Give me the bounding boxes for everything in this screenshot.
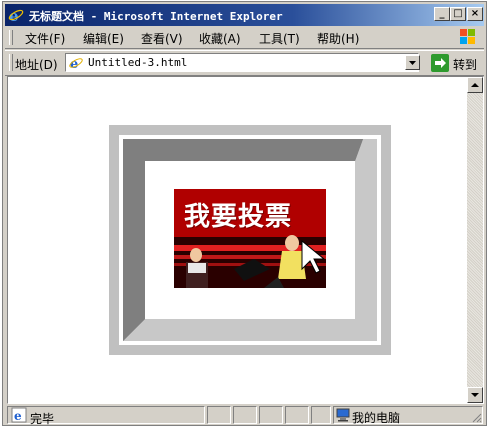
resize-grip-icon[interactable] [470, 411, 482, 423]
scroll-down-button[interactable] [467, 387, 483, 403]
address-label: 地址(D) [15, 58, 58, 72]
arrow-down-icon [471, 393, 479, 397]
toolbar-grip[interactable] [9, 54, 13, 71]
window-title: 无标题文档 - Microsoft Internet Explorer [29, 10, 283, 23]
page-icon: e [69, 57, 83, 71]
menu-view[interactable]: 查看(V) [141, 30, 183, 47]
menu-edit[interactable]: 编辑(E) [83, 30, 124, 47]
windows-logo-icon [460, 29, 475, 44]
address-bar: 地址(D) e Untitled-3.html 转到 [5, 50, 484, 76]
go-button[interactable]: 转到 [429, 54, 481, 72]
zone-pane: 我的电脑 [333, 406, 483, 425]
status-pane [259, 406, 283, 424]
status-pane [285, 406, 309, 424]
zone-text: 我的电脑 [352, 411, 401, 425]
title-bar[interactable]: e 无标题文档 - Microsoft Internet Explorer _ … [5, 4, 484, 26]
maximize-button[interactable]: □ [450, 7, 466, 21]
status-pane-main: e 完毕 [7, 406, 205, 426]
status-pane [311, 406, 331, 424]
address-input[interactable]: e Untitled-3.html [65, 53, 419, 72]
page-content: 我要投票 [7, 76, 484, 404]
status-pane [207, 406, 231, 424]
go-label: 转到 [453, 58, 478, 72]
svg-text:e: e [14, 409, 22, 423]
address-dropdown-button[interactable] [405, 55, 420, 70]
ie-logo-icon: e [8, 7, 24, 23]
menu-tools[interactable]: 工具(T) [259, 30, 300, 47]
status-pane [233, 406, 257, 424]
menu-bar: 文件(F) 编辑(E) 查看(V) 收藏(A) 工具(T) 帮助(H) [5, 27, 484, 49]
menu-help[interactable]: 帮助(H) [317, 30, 359, 47]
menu-favorites[interactable]: 收藏(A) [199, 30, 241, 47]
minimize-button[interactable]: _ [434, 7, 450, 21]
chevron-down-icon [409, 61, 416, 65]
page-done-icon: e [11, 407, 27, 423]
go-arrow-icon [431, 54, 449, 72]
vertical-scrollbar[interactable] [467, 77, 483, 403]
computer-icon [336, 408, 350, 422]
toolbar-grip[interactable] [9, 30, 13, 45]
arrow-up-icon [471, 83, 479, 87]
status-bar: e 完毕 我的电脑 [5, 405, 484, 426]
address-url: Untitled-3.html [88, 56, 188, 69]
close-button[interactable]: × [467, 7, 483, 21]
menu-file[interactable]: 文件(F) [25, 30, 65, 47]
browser-window: e 无标题文档 - Microsoft Internet Explorer _ … [2, 1, 487, 426]
scroll-up-button[interactable] [467, 77, 483, 93]
banner-headline: 我要投票 [184, 202, 293, 232]
status-text: 完毕 [30, 412, 55, 426]
